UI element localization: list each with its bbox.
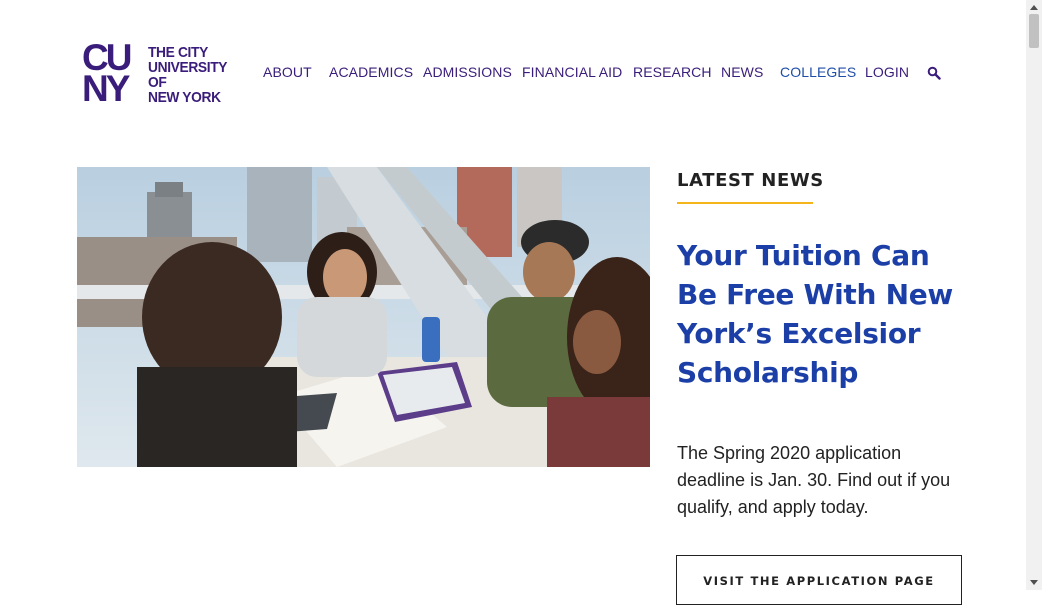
logo-text-line: NEW YORK <box>148 89 221 106</box>
nav-academics[interactable]: ACADEMICS <box>329 64 413 80</box>
nav-news[interactable]: NEWS <box>721 64 763 80</box>
scrollbar-thumb[interactable] <box>1029 14 1039 48</box>
nav-research[interactable]: RESEARCH <box>633 64 712 80</box>
logo-mark: CU NY <box>82 39 144 109</box>
nav-financial-aid[interactable]: FINANCIAL AID <box>522 64 622 80</box>
logo-text-line: OF <box>148 74 167 91</box>
vertical-scrollbar[interactable] <box>1026 0 1042 590</box>
latest-news-heading: LATEST NEWS <box>677 170 824 191</box>
logo-text-line: UNIVERSITY <box>148 59 228 76</box>
heading-underline <box>677 202 813 204</box>
logo-wordmark: THE CITY UNIVERSITY OF NEW YORK <box>148 45 231 105</box>
nav-colleges[interactable]: COLLEGES <box>780 64 856 80</box>
nav-login[interactable]: LOGIN <box>865 64 909 80</box>
visit-application-page-button[interactable]: VISIT THE APPLICATION PAGE <box>676 555 962 605</box>
logo-text-line: THE CITY <box>148 44 208 61</box>
news-headline-link[interactable]: Your Tuition Can Be Free With New York’s… <box>677 236 967 392</box>
nav-about[interactable]: ABOUT <box>263 64 312 80</box>
search-icon[interactable] <box>927 66 941 80</box>
hero-photo <box>77 167 650 467</box>
cuny-logo[interactable]: CU NY THE CITY UNIVERSITY OF NEW YORK <box>82 39 232 109</box>
news-summary: The Spring 2020 application deadline is … <box>677 443 951 517</box>
nav-admissions[interactable]: ADMISSIONS <box>423 64 512 80</box>
logo-mark-line-2: NY <box>82 68 130 109</box>
scroll-down-arrow-icon[interactable] <box>1026 574 1042 590</box>
cta-label: VISIT THE APPLICATION PAGE <box>703 574 935 588</box>
